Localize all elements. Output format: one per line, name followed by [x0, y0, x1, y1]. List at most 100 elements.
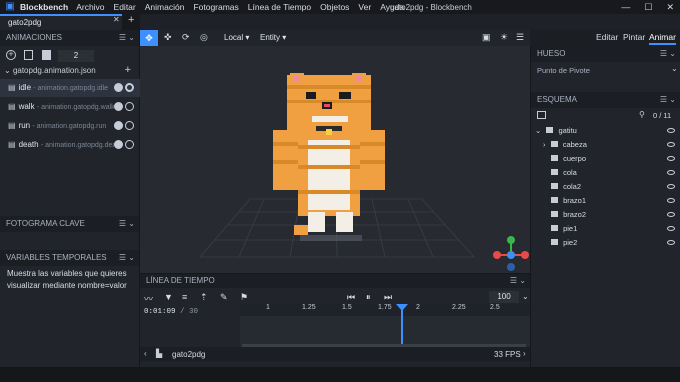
timeline-ruler[interactable]: 1 1.25 1.5 1.75 2 2.25 2.5	[240, 304, 530, 316]
close-window-icon[interactable]: ✕	[666, 2, 674, 13]
save-animation-icon[interactable]	[42, 50, 51, 60]
menu-archivo[interactable]: Archivo	[76, 2, 104, 12]
play-toggle-icon[interactable]	[125, 121, 134, 131]
visibility-eye-icon[interactable]	[667, 240, 675, 245]
loop-icon[interactable]	[113, 121, 123, 131]
loop-icon[interactable]	[113, 102, 123, 112]
panel-menu-icon[interactable]: ☰ ⌄	[510, 274, 526, 288]
menu-fotogramas[interactable]: Fotogramas	[193, 2, 238, 12]
add-to-file-icon[interactable]: +	[125, 64, 131, 76]
variables-hint[interactable]: Muestra las variables que quieres visual…	[7, 268, 135, 292]
chevron-down-icon[interactable]: ⌄	[522, 292, 529, 301]
outliner-item-brazo2[interactable]: brazo2	[531, 208, 680, 222]
menu-ayuda[interactable]: Ayuda	[380, 2, 404, 12]
playback-speed-field[interactable]: 100	[489, 291, 519, 303]
outliner-toggle-icon[interactable]	[537, 111, 546, 119]
outliner-item-cola2[interactable]: cola2	[531, 180, 680, 194]
chevron-down-icon[interactable]: ⌄	[671, 64, 678, 73]
marker-flag-icon[interactable]: ⚑	[240, 292, 248, 303]
new-tab-icon[interactable]: +	[128, 14, 134, 26]
playhead-handle-icon[interactable]	[396, 304, 408, 311]
animation-item-walk[interactable]: ▤ walk - animation.gatopdg.walk	[0, 98, 140, 116]
loop-icon[interactable]	[113, 83, 123, 93]
folder-icon	[551, 183, 558, 189]
outliner-item-pie2[interactable]: pie2	[531, 236, 680, 250]
mode-tab-pintar[interactable]: Pintar	[623, 32, 645, 42]
axis-gizmo[interactable]	[493, 236, 529, 271]
visibility-eye-icon[interactable]	[667, 226, 675, 231]
move-icon[interactable]: ✜	[164, 32, 172, 43]
pause-icon[interactable]: ⏸	[366, 292, 371, 303]
skip-forward-icon[interactable]: ⏭	[384, 292, 392, 303]
add-animation-icon[interactable]: +	[6, 50, 16, 60]
import-animation-icon[interactable]	[24, 50, 33, 60]
chevron-right-icon[interactable]: ›	[543, 140, 546, 149]
visibility-eye-icon[interactable]	[667, 198, 675, 203]
viewport-scene[interactable]	[140, 30, 530, 273]
menu-editar[interactable]: Editar	[114, 2, 136, 12]
skip-back-icon[interactable]: ⏮	[347, 292, 355, 303]
sidebar-toggle-right-icon[interactable]: ›	[523, 349, 526, 358]
brush-icon[interactable]: ✎	[220, 292, 228, 303]
close-tab-icon[interactable]: ✕	[113, 15, 120, 24]
outliner-item-cuerpo[interactable]: cuerpo	[531, 152, 680, 166]
graph-editor-icon[interactable]: 〰	[144, 292, 153, 305]
minimize-icon[interactable]: —	[621, 2, 630, 12]
image-icon[interactable]: ▣	[482, 32, 491, 43]
pivot-select[interactable]: Entity ▾	[260, 32, 298, 44]
play-toggle-icon[interactable]	[125, 102, 134, 112]
filter-icon[interactable]: ▼	[164, 292, 173, 302]
animation-item-death[interactable]: ▤ death - animation.gatopdg.death	[0, 136, 140, 154]
menu-linea-de-tiempo[interactable]: Línea de Tiempo	[248, 2, 311, 12]
chevron-down-icon[interactable]: ⌄	[535, 126, 541, 135]
move-tool-icon[interactable]: ✥	[140, 30, 158, 46]
mode-tab-editar[interactable]: Editar	[596, 32, 618, 42]
outliner-item-brazo1[interactable]: brazo1	[531, 194, 680, 208]
keyframe-title: FOTOGRAMA CLAVE	[6, 219, 85, 228]
tick-label: 2.5	[490, 304, 500, 311]
outliner-item-cola[interactable]: cola	[531, 166, 680, 180]
outliner-item-pie1[interactable]: pie1	[531, 222, 680, 236]
chevron-down-icon[interactable]: ⌄	[4, 66, 11, 75]
folder-icon	[551, 197, 558, 203]
pivot-icon[interactable]: ◎	[200, 32, 208, 43]
cat-model[interactable]	[273, 73, 385, 235]
sidebar-toggle-left-icon[interactable]: ‹	[144, 349, 147, 358]
add-keyframe-icon[interactable]: ⇡	[200, 292, 208, 303]
panel-menu-icon[interactable]: ☰ ⌄	[660, 46, 676, 62]
visibility-eye-icon[interactable]	[667, 142, 675, 147]
panel-menu-icon[interactable]: ☰ ⌄	[119, 216, 135, 232]
timeline-track-area[interactable]: 1 1.25 1.5 1.75 2 2.25 2.5	[240, 304, 530, 350]
mode-tab-animar[interactable]: Animar	[649, 32, 676, 45]
panel-menu-icon[interactable]: ☰ ⌄	[119, 250, 135, 266]
animation-item-run[interactable]: ▤ run - animation.gatopdg.run	[0, 117, 140, 135]
project-tab[interactable]: gato2pdg	[0, 14, 122, 30]
loop-icon[interactable]	[113, 140, 123, 150]
visibility-eye-icon[interactable]	[667, 212, 675, 217]
light-icon[interactable]: ☀	[500, 32, 508, 43]
rotate-icon[interactable]: ⟳	[182, 32, 190, 43]
visibility-eye-icon[interactable]	[667, 170, 675, 175]
maximize-icon[interactable]: ☐	[644, 2, 652, 13]
bake-icon[interactable]: ≡	[182, 292, 187, 302]
animation-item-idle[interactable]: ▤ idle - animation.gatopdg.idle	[0, 79, 140, 97]
animation-count-field[interactable]: 2	[58, 50, 94, 62]
visibility-eye-icon[interactable]	[667, 184, 675, 189]
animation-file-row[interactable]: ⌄ gatopdg.animation.json +	[4, 64, 139, 77]
menu-animacion[interactable]: Animación	[145, 2, 185, 12]
3d-viewport[interactable]	[140, 30, 530, 273]
outliner-group-root[interactable]: ⌄ gatitu	[531, 124, 680, 138]
search-icon[interactable]: ⚲	[639, 110, 645, 119]
menu-objetos[interactable]: Objetos	[320, 2, 349, 12]
view-menu-icon[interactable]: ☰	[516, 32, 524, 43]
bone-title: HUESO	[537, 49, 566, 58]
panel-menu-icon[interactable]: ☰ ⌄	[119, 30, 135, 46]
play-toggle-icon[interactable]	[125, 140, 134, 150]
play-toggle-icon[interactable]	[125, 83, 134, 93]
visibility-eye-icon[interactable]	[667, 156, 675, 161]
visibility-eye-icon[interactable]	[667, 128, 675, 133]
space-select[interactable]: Local ▾	[224, 32, 254, 44]
outliner-item-cabeza[interactable]: › cabeza	[531, 138, 680, 152]
panel-menu-icon[interactable]: ☰ ⌄	[660, 92, 676, 108]
menu-ver[interactable]: Ver	[358, 2, 371, 12]
